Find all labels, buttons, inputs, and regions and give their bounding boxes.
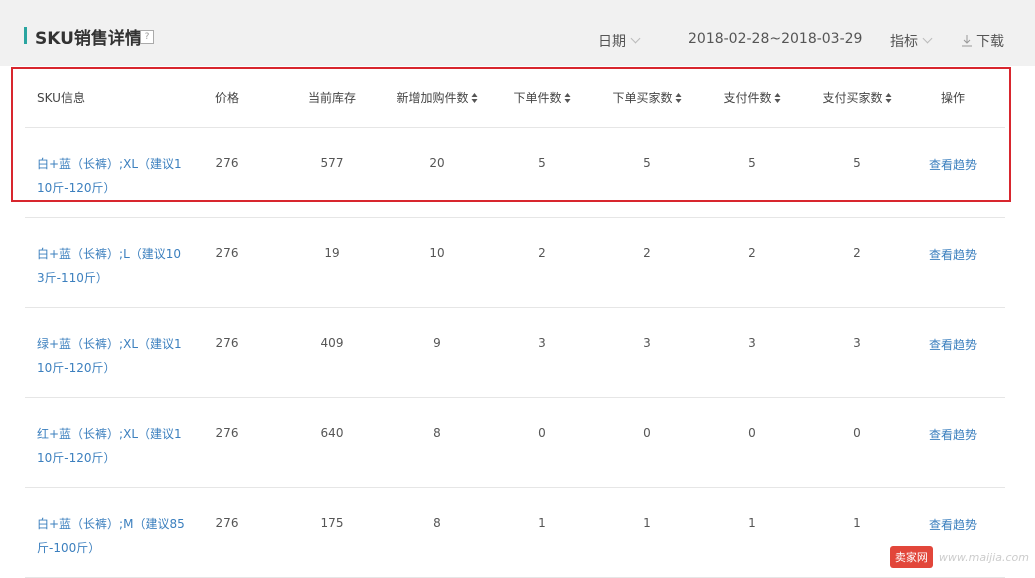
order-buyers-cell: 2 <box>643 246 651 260</box>
metrics-label: 指标 <box>890 34 918 50</box>
cart-cell: 10 <box>429 246 445 260</box>
price-cell: 276 <box>215 516 239 530</box>
orders-cell: 3 <box>538 336 546 350</box>
stock-cell: 640 <box>320 426 344 440</box>
cart-cell: 8 <box>433 426 441 440</box>
view-trend-link[interactable]: 查看趋势 <box>929 246 977 263</box>
paid-buyers-cell: 1 <box>853 516 861 530</box>
col-header-orders[interactable]: 下单件数 <box>513 89 571 106</box>
col-header-sku: SKU信息 <box>37 91 85 105</box>
view-trend-link[interactable]: 查看趋势 <box>929 516 977 533</box>
sort-icon <box>774 93 781 104</box>
paid-buyers-cell: 2 <box>853 246 861 260</box>
table-row: 白+蓝（长裤）;M（建议85斤-100斤） 276 175 8 1 1 1 1 … <box>25 488 1005 578</box>
chevron-down-icon <box>922 33 933 44</box>
chevron-down-icon <box>630 33 641 44</box>
order-buyers-cell: 0 <box>643 426 651 440</box>
watermark-logo: 卖家网 <box>889 546 933 568</box>
price-cell: 276 <box>215 246 239 260</box>
paid-buyers-cell: 0 <box>853 426 861 440</box>
cart-cell: 8 <box>433 516 441 530</box>
stock-cell: 19 <box>324 246 340 260</box>
order-buyers-cell: 3 <box>643 336 651 350</box>
cart-cell: 20 <box>429 156 445 170</box>
table-header-row: SKU信息 价格 当前库存 新增加购件数 下单件数 下单买家数 支付件数 支付买… <box>25 66 1005 128</box>
col-header-paid[interactable]: 支付件数 <box>723 89 781 106</box>
col-header-orders-label: 下单件数 <box>513 91 562 105</box>
sort-icon <box>564 93 571 104</box>
sort-icon <box>471 93 478 104</box>
date-range: 2018-02-28~2018-03-29 <box>688 31 863 47</box>
col-header-order-buyers[interactable]: 下单买家数 <box>612 89 682 106</box>
download-icon <box>962 35 972 47</box>
paid-cell: 3 <box>748 336 756 350</box>
sku-sales-table: SKU信息 价格 当前库存 新增加购件数 下单件数 下单买家数 支付件数 支付买… <box>25 66 1005 578</box>
date-label: 日期 <box>598 34 626 50</box>
col-header-action: 操作 <box>940 91 966 105</box>
stock-cell: 577 <box>320 156 344 170</box>
col-header-paid-buyers[interactable]: 支付买家数 <box>822 89 892 106</box>
sku-link[interactable]: 绿+蓝（长裤）;XL（建议110斤-120斤） <box>37 332 187 380</box>
orders-cell: 5 <box>538 156 546 170</box>
view-trend-link[interactable]: 查看趋势 <box>929 336 977 353</box>
watermark: 卖家网 www.maijia.com <box>889 546 1029 568</box>
date-dropdown[interactable]: 日期 <box>598 31 641 51</box>
col-header-price: 价格 <box>214 91 240 105</box>
sort-icon <box>885 93 892 104</box>
sku-link[interactable]: 白+蓝（长裤）;L（建议103斤-110斤） <box>37 242 187 290</box>
view-trend-link[interactable]: 查看趋势 <box>929 426 977 443</box>
sku-link[interactable]: 白+蓝（长裤）;XL（建议110斤-120斤） <box>37 152 187 200</box>
order-buyers-cell: 1 <box>643 516 651 530</box>
header-band <box>0 0 1035 66</box>
paid-cell: 2 <box>748 246 756 260</box>
order-buyers-cell: 5 <box>643 156 651 170</box>
paid-cell: 0 <box>748 426 756 440</box>
price-cell: 276 <box>215 336 239 350</box>
col-header-cart-label: 新增加购件数 <box>396 91 469 105</box>
col-header-paid-buyers-label: 支付买家数 <box>822 91 883 105</box>
col-header-cart[interactable]: 新增加购件数 <box>396 89 478 106</box>
sku-link[interactable]: 白+蓝（长裤）;M（建议85斤-100斤） <box>37 512 187 560</box>
price-cell: 276 <box>215 156 239 170</box>
paid-buyers-cell: 3 <box>853 336 861 350</box>
sku-link[interactable]: 红+蓝（长裤）;XL（建议110斤-120斤） <box>37 422 187 470</box>
col-header-stock: 当前库存 <box>307 91 357 105</box>
col-header-order-buyers-label: 下单买家数 <box>612 91 673 105</box>
page-title: SKU销售详情 <box>35 29 142 49</box>
table-row: 绿+蓝（长裤）;XL（建议110斤-120斤） 276 409 9 3 3 3 … <box>25 308 1005 398</box>
price-cell: 276 <box>215 426 239 440</box>
orders-cell: 2 <box>538 246 546 260</box>
download-button[interactable]: 下载 <box>962 31 1004 51</box>
download-label: 下载 <box>976 34 1004 50</box>
paid-buyers-cell: 5 <box>853 156 861 170</box>
paid-cell: 5 <box>748 156 756 170</box>
view-trend-link[interactable]: 查看趋势 <box>929 156 977 173</box>
metrics-dropdown[interactable]: 指标 <box>890 31 933 51</box>
cart-cell: 9 <box>433 336 441 350</box>
stock-cell: 409 <box>320 336 344 350</box>
col-header-paid-label: 支付件数 <box>723 91 772 105</box>
orders-cell: 1 <box>538 516 546 530</box>
watermark-url: www.maijia.com <box>938 550 1029 564</box>
title-accent-bar <box>24 27 27 44</box>
table-row: 白+蓝（长裤）;XL（建议110斤-120斤） 276 577 20 5 5 5… <box>25 128 1005 218</box>
table-row: 红+蓝（长裤）;XL（建议110斤-120斤） 276 640 8 0 0 0 … <box>25 398 1005 488</box>
table-row: 白+蓝（长裤）;L（建议103斤-110斤） 276 19 10 2 2 2 2… <box>25 218 1005 308</box>
help-icon[interactable]: ? <box>140 30 154 44</box>
stock-cell: 175 <box>320 516 344 530</box>
sort-icon <box>675 93 682 104</box>
paid-cell: 1 <box>748 516 756 530</box>
orders-cell: 0 <box>538 426 546 440</box>
